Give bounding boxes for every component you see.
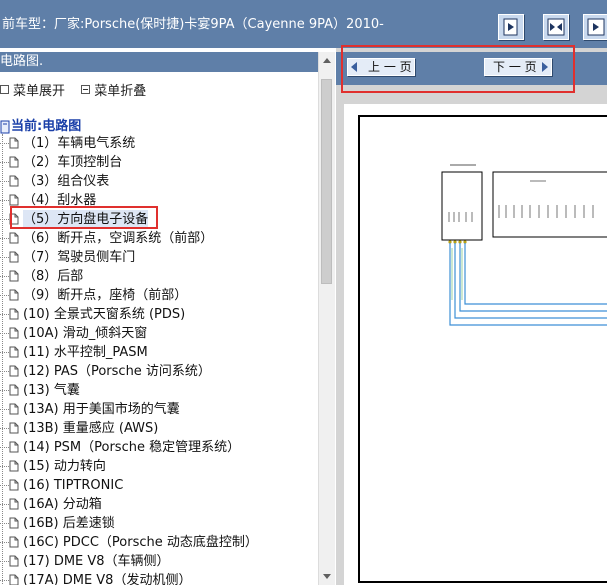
diagram-module-right bbox=[492, 171, 607, 238]
diagram-wires bbox=[449, 243, 607, 326]
wiring-diagram bbox=[441, 164, 607, 326]
diagram-connector-dots bbox=[448, 240, 467, 244]
diagram-module-left bbox=[441, 171, 483, 241]
